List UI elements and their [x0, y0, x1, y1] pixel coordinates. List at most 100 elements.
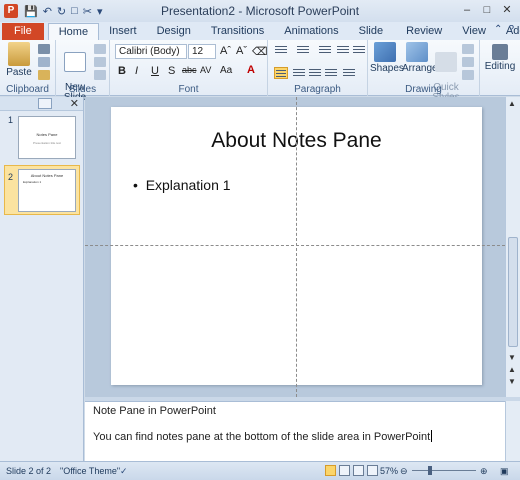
next-slide-icon[interactable]: ▼ — [508, 377, 516, 386]
section-icon[interactable] — [94, 70, 106, 80]
slide-bullet[interactable]: • Explanation 1 — [133, 177, 231, 193]
align-right-button[interactable] — [308, 67, 322, 79]
cut-small-icon[interactable] — [38, 44, 50, 54]
character-spacing-icon[interactable]: AV — [200, 65, 211, 75]
tab-slide-show[interactable]: Slide Show — [349, 23, 397, 54]
align-left-button[interactable] — [274, 67, 288, 79]
font-name-box[interactable]: Calibri (Body) — [115, 44, 187, 59]
reading-view-button[interactable] — [353, 465, 364, 476]
help-icon[interactable]: ? — [508, 24, 514, 35]
align-center-button[interactable] — [292, 67, 306, 79]
title-bar: P 💾 ↶ ↻ □ ✂ ▾ Presentation2 - Microsoft … — [0, 0, 520, 22]
powerpoint-app-icon[interactable]: P — [4, 4, 18, 18]
shape-outline-icon[interactable] — [462, 57, 474, 67]
undo-icon[interactable]: ↶ — [43, 5, 52, 18]
justify-button[interactable] — [324, 67, 338, 79]
tab-transitions[interactable]: Transitions — [201, 23, 274, 40]
font-color-icon[interactable]: A — [247, 64, 255, 76]
scroll-down-icon[interactable]: ▼ — [508, 353, 516, 362]
save-icon[interactable]: 💾 — [24, 5, 38, 18]
bullets-icon[interactable] — [274, 44, 288, 56]
cut-icon[interactable]: ✂ — [83, 5, 92, 18]
slides-tab[interactable] — [38, 98, 52, 109]
tab-animations[interactable]: Animations — [274, 23, 348, 40]
decrease-indent-icon[interactable] — [318, 44, 332, 56]
zoom-slider-knob[interactable] — [428, 466, 432, 475]
font-size-box[interactable]: 12 — [188, 44, 216, 59]
strikethrough-button[interactable]: abc — [182, 65, 197, 75]
slides-group: New Slide Slides — [56, 40, 110, 103]
increase-indent-icon[interactable] — [336, 44, 350, 56]
new-icon[interactable]: □ — [71, 5, 78, 17]
close-pane-icon[interactable]: ✕ — [70, 97, 79, 110]
shadow-button[interactable]: S — [168, 65, 175, 77]
slide-number: 2 — [8, 172, 14, 182]
text-cursor — [431, 430, 433, 442]
vertical-scrollbar[interactable]: ▲ ▼ ▲ ▼ — [505, 97, 520, 397]
copy-icon[interactable] — [38, 57, 50, 67]
customize-qat-icon[interactable]: ▾ — [97, 5, 103, 18]
quick-styles-icon — [435, 52, 457, 72]
layout-icon[interactable] — [94, 44, 106, 54]
horizontal-guide[interactable] — [85, 245, 505, 246]
minimize-icon[interactable]: – — [458, 2, 476, 18]
shape-effects-icon[interactable] — [462, 70, 474, 80]
ribbon-tabs: File Home Insert Design Transitions Anim… — [0, 22, 520, 54]
shape-fill-icon[interactable] — [462, 44, 474, 54]
shapes-button[interactable]: Shapes — [370, 42, 404, 74]
bold-button[interactable]: B — [118, 65, 126, 77]
tab-insert[interactable]: Insert — [99, 23, 147, 40]
redo-icon[interactable]: ↻ — [57, 5, 66, 18]
scroll-up-icon[interactable]: ▲ — [508, 99, 516, 108]
normal-view-button[interactable] — [325, 465, 336, 476]
clear-formatting-icon[interactable]: ⌫ — [252, 45, 268, 58]
slide-counter: Slide 2 of 2 — [6, 466, 52, 476]
arrange-icon — [406, 42, 428, 62]
tab-file[interactable]: File — [2, 23, 44, 40]
pane-header: ✕ — [0, 97, 83, 111]
minimize-ribbon-icon[interactable]: ⌃ — [494, 24, 502, 35]
change-case-icon[interactable]: Aa — [220, 65, 232, 76]
shapes-icon — [374, 42, 396, 62]
paragraph-group: Paragraph — [268, 40, 368, 96]
clipboard-group: Paste Clipboard — [0, 40, 56, 96]
columns-icon[interactable] — [342, 67, 356, 79]
shrink-font-icon[interactable]: Aˇ — [236, 45, 247, 57]
paste-button[interactable]: Paste — [4, 42, 34, 78]
tab-home[interactable]: Home — [47, 23, 100, 40]
zoom-in-icon[interactable]: ⊕ — [480, 466, 488, 477]
slide-show-view-button[interactable] — [367, 465, 378, 476]
reset-icon[interactable] — [94, 57, 106, 67]
slide-thumbnail-2[interactable]: About Notes Pane Explanation 1 — [18, 169, 76, 212]
notes-scrollbar[interactable] — [505, 401, 520, 461]
scroll-thumb[interactable] — [508, 237, 518, 347]
fit-to-window-icon[interactable]: ▣ — [500, 466, 509, 477]
editing-button[interactable]: Editing — [482, 44, 518, 72]
font-group: Calibri (Body) 12 Aˆ Aˇ ⌫ B I U S abc AV… — [110, 40, 268, 96]
vertical-guide[interactable] — [296, 97, 297, 397]
close-icon[interactable]: ✕ — [498, 2, 516, 18]
slide-number: 1 — [8, 115, 14, 125]
line-spacing-icon[interactable] — [352, 44, 366, 56]
format-painter-icon[interactable] — [38, 70, 50, 80]
numbering-icon[interactable] — [296, 44, 310, 56]
underline-button[interactable]: U — [151, 65, 159, 77]
zoom-level[interactable]: 57% — [380, 466, 398, 476]
notes-line-1: Note Pane in PowerPoint — [93, 405, 216, 417]
zoom-out-icon[interactable]: ⊖ — [400, 466, 408, 477]
tab-view[interactable]: View — [452, 23, 496, 40]
status-bar: Slide 2 of 2 "Office Theme" ✓ 57% ⊖ ⊕ ▣ — [0, 461, 520, 480]
notes-pane[interactable]: Note Pane in PowerPoint You can find not… — [85, 401, 505, 461]
maximize-icon[interactable]: □ — [478, 2, 496, 18]
arrange-button[interactable]: Arrange — [402, 42, 438, 74]
previous-slide-icon[interactable]: ▲ — [508, 365, 516, 374]
spell-check-icon[interactable]: ✓ — [120, 466, 128, 477]
paste-icon — [8, 42, 30, 66]
grow-font-icon[interactable]: Aˆ — [220, 45, 231, 57]
slide-sorter-view-button[interactable] — [339, 465, 350, 476]
tab-design[interactable]: Design — [147, 23, 201, 40]
italic-button[interactable]: I — [135, 65, 138, 77]
zoom-slider[interactable] — [412, 470, 476, 471]
tab-review[interactable]: Review — [396, 23, 452, 40]
slide-thumbnail-1[interactable]: Notes Pane Presentation title text — [18, 116, 76, 159]
